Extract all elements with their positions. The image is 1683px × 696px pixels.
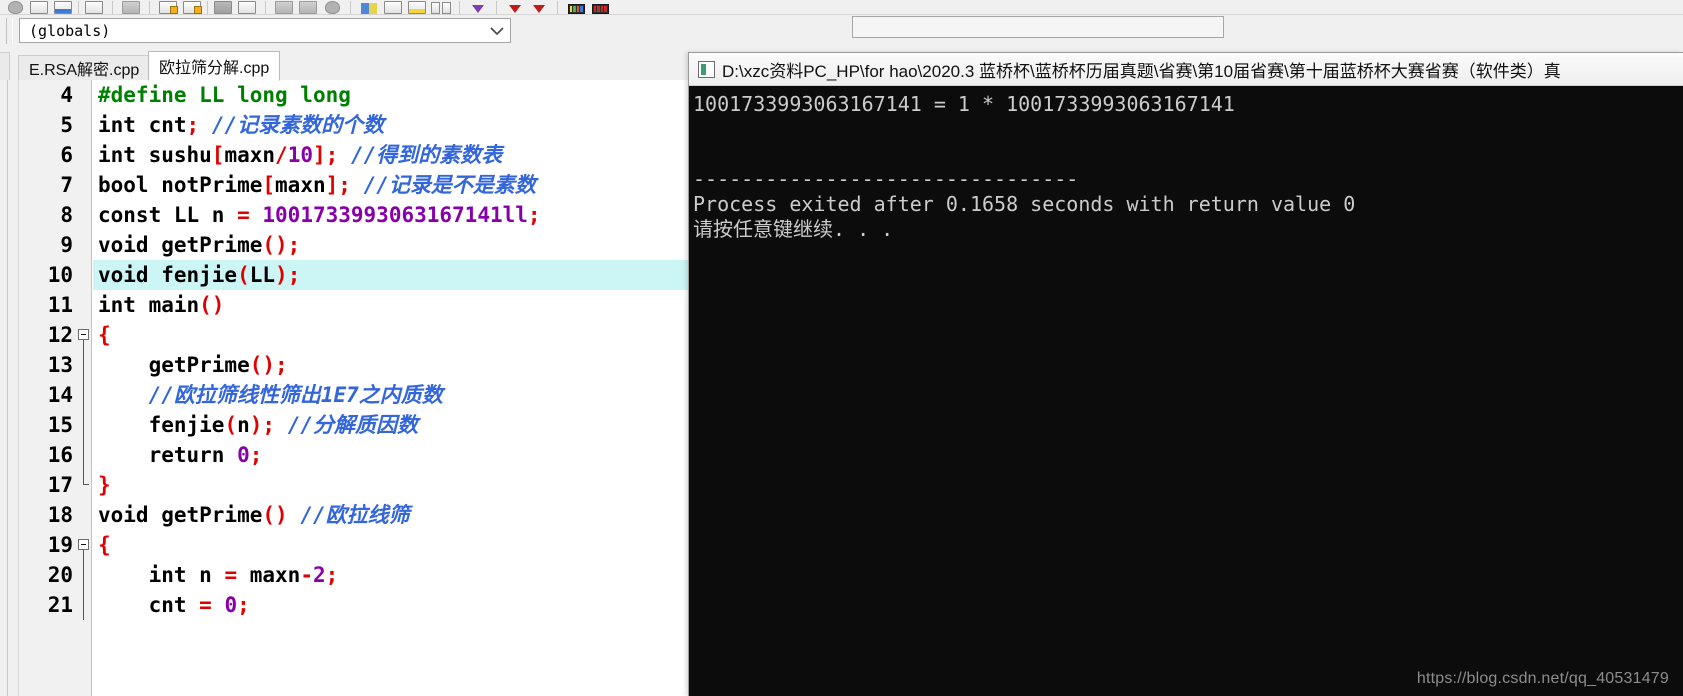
step-over-icon[interactable] <box>529 1 549 14</box>
cut-icon[interactable] <box>213 1 233 14</box>
line-number: 9 <box>60 233 73 257</box>
resources-icon[interactable] <box>590 1 610 14</box>
toolbar-group-breakpoint <box>500 0 554 14</box>
fold-guide-line <box>75 380 93 410</box>
new-file-icon[interactable] <box>5 1 25 14</box>
toolbar-separator <box>496 1 497 14</box>
line-number: 21 <box>47 593 73 617</box>
copy-icon[interactable] <box>237 1 257 14</box>
rebuild-all-icon[interactable] <box>383 1 403 14</box>
toolbar-group-edit <box>153 0 262 14</box>
fold-guide-line <box>75 440 93 470</box>
editor-left-rail <box>0 80 19 696</box>
step-into-icon[interactable] <box>505 1 525 14</box>
profile-icon[interactable] <box>431 1 451 14</box>
save-all-icon[interactable] <box>84 1 104 14</box>
save-file-icon[interactable] <box>53 1 73 14</box>
fold-end-marker <box>75 470 93 500</box>
toolbar-grip[interactable] <box>6 18 13 44</box>
globals-scope-value: (globals) <box>29 21 111 40</box>
compile-icon[interactable] <box>322 1 342 14</box>
toolbar-group-project <box>269 0 347 14</box>
compile-run-icon[interactable] <box>359 1 379 14</box>
fold-guide-line <box>75 410 93 440</box>
toolbar-separator <box>459 1 460 14</box>
toolbar-separator <box>265 1 266 14</box>
tab-e-rsa-decrypt[interactable]: E.RSA解密.cpp <box>18 55 151 80</box>
line-number: 14 <box>47 383 73 407</box>
line-number: 17 <box>47 473 73 497</box>
line-number: 15 <box>47 413 73 437</box>
toolbar-group-window <box>561 0 615 14</box>
redo-icon[interactable] <box>182 1 202 14</box>
line-number: 8 <box>60 203 73 227</box>
console-line: 请按任意键继续. . . <box>693 217 894 241</box>
line-number: 7 <box>60 173 73 197</box>
toolbar-separator <box>112 1 113 14</box>
main-toolbar <box>0 0 1683 15</box>
toolbar-group-debug <box>463 0 493 14</box>
line-number: 13 <box>47 353 73 377</box>
undo-icon[interactable] <box>158 1 178 14</box>
toolbar-group-print <box>116 0 146 14</box>
toolbar-separator <box>350 1 351 14</box>
syntax-check-icon[interactable] <box>407 1 427 14</box>
line-number: 16 <box>47 443 73 467</box>
tab-label: E.RSA解密.cpp <box>29 62 140 79</box>
fold-toggle-icon[interactable] <box>75 320 93 350</box>
toolbar-separator <box>207 1 208 14</box>
toolbar-group-file <box>0 0 109 14</box>
line-number: 10 <box>47 263 73 287</box>
line-number: 19 <box>47 533 73 557</box>
csdn-watermark: https://blog.csdn.net/qq_40531479 <box>1416 670 1669 687</box>
globals-scope-combobox[interactable]: (globals) <box>19 18 511 43</box>
line-number: 11 <box>47 293 73 317</box>
line-number: 20 <box>47 563 73 587</box>
line-number: 12 <box>47 323 73 347</box>
tab-label: 欧拉筛分解.cpp <box>159 60 270 77</box>
console-app-icon <box>698 60 715 78</box>
open-file-icon[interactable] <box>29 1 49 14</box>
line-number: 5 <box>60 113 73 137</box>
compiler-log-icon[interactable] <box>566 1 586 14</box>
line-number: 6 <box>60 143 73 167</box>
console-line: 1001733993063167141 = 1 * 10017339930631… <box>693 92 1235 116</box>
console-window-title: D:\xzc资料PC_HP\for hao\2020.3 蓝桥杯\蓝桥杯历届真题… <box>722 61 1561 81</box>
new-project-icon[interactable] <box>274 1 294 14</box>
console-output-window[interactable]: D:\xzc资料PC_HP\for hao\2020.3 蓝桥杯\蓝桥杯历届真题… <box>688 52 1683 696</box>
console-line: Process exited after 0.1658 seconds with… <box>693 192 1356 216</box>
tabbar-left-nub <box>0 52 10 81</box>
toolbar-separator <box>557 1 558 14</box>
toolbar-separator <box>149 1 150 14</box>
fold-toggle-icon[interactable] <box>75 530 93 560</box>
fold-guide-line <box>75 590 93 620</box>
tab-euler-sieve-factorize[interactable]: 欧拉筛分解.cpp <box>148 51 281 81</box>
close-project-icon[interactable] <box>298 1 318 14</box>
fold-guide-line <box>75 350 93 380</box>
debug-icon[interactable] <box>468 1 488 14</box>
toolbar-group-build <box>354 0 456 14</box>
line-number: 4 <box>60 83 73 107</box>
chevron-down-icon[interactable] <box>484 26 510 36</box>
line-number: 18 <box>47 503 73 527</box>
toolbar-separator <box>78 1 79 14</box>
console-text-output[interactable]: 1001733993063167141 = 1 * 10017339930631… <box>689 86 1683 696</box>
secondary-combobox[interactable] <box>852 16 1224 38</box>
print-icon[interactable] <box>121 1 141 14</box>
fold-guide-line <box>75 560 93 590</box>
console-line: -------------------------------- <box>693 167 1079 191</box>
console-title-bar[interactable]: D:\xzc资料PC_HP\for hao\2020.3 蓝桥杯\蓝桥杯历届真题… <box>689 53 1683 86</box>
scope-selector-bar: (globals) <box>0 15 1683 48</box>
